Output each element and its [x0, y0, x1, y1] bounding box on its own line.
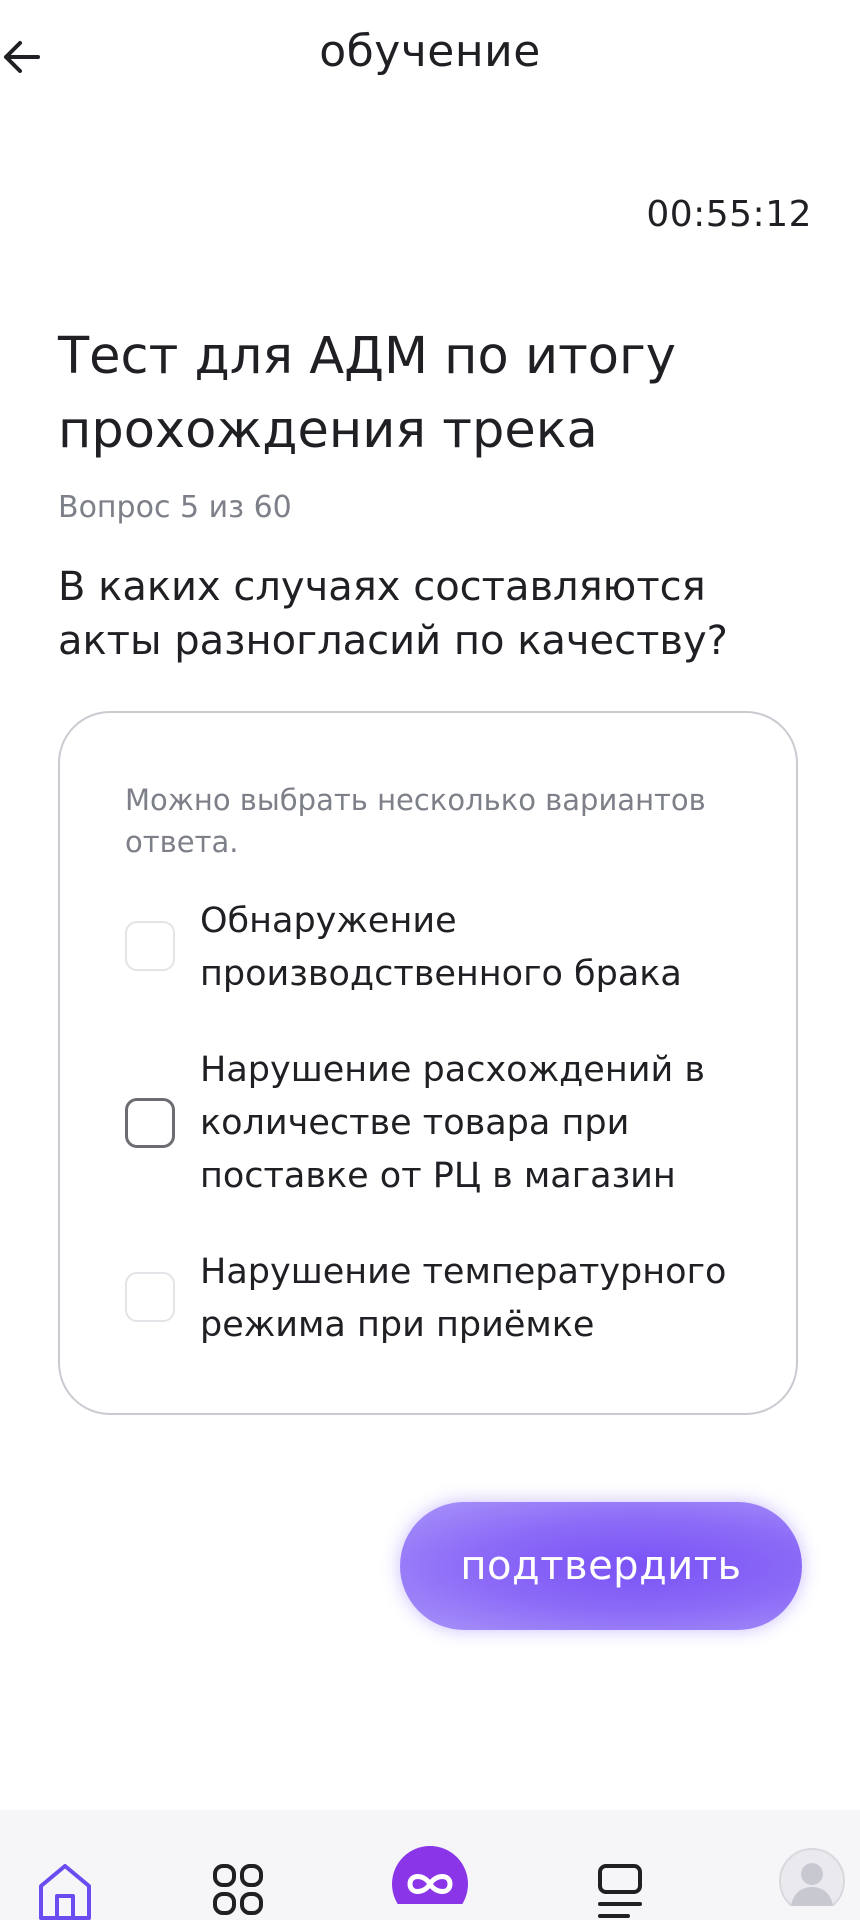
nav-item-profile[interactable]: [762, 1810, 860, 1920]
page-title: обучение: [319, 26, 541, 77]
avatar-icon: [779, 1848, 845, 1906]
header: обучение: [0, 0, 860, 112]
nav-item-main[interactable]: [380, 1810, 480, 1920]
answers-card: Можно выбрать несколько вариантов ответа…: [58, 711, 798, 1415]
answer-option-label: Нарушение расхождений в количестве товар…: [200, 1050, 705, 1196]
test-title: Тест для АДМ по итогу прохождения трека: [58, 327, 676, 460]
confirm-button[interactable]: подтвердить: [400, 1502, 802, 1630]
answer-option-label: Нарушение температурного режима при приё…: [200, 1252, 727, 1345]
checkbox-option-3[interactable]: [125, 1272, 175, 1322]
multi-select-hint: Можно выбрать несколько вариантов ответа…: [125, 783, 706, 859]
list-icon: [598, 1864, 642, 1918]
bottom-nav: [0, 1810, 860, 1920]
checkbox-option-2[interactable]: [125, 1098, 175, 1148]
question-text: В каких случаях составляются акты разног…: [58, 564, 728, 664]
question-progress: Вопрос 5 из 60: [58, 490, 292, 525]
nav-item-courses[interactable]: [570, 1810, 670, 1920]
home-icon: [39, 1864, 91, 1920]
infinity-icon: [392, 1846, 468, 1904]
nav-item-home[interactable]: [15, 1810, 115, 1920]
timer: 00:55:12: [646, 194, 812, 235]
nav-item-catalog[interactable]: [188, 1810, 288, 1920]
answer-option-1[interactable]: Обнаружение производственного брака: [125, 895, 745, 1001]
answer-option-label: Обнаружение производственного брака: [200, 901, 682, 994]
grid-icon: [213, 1864, 263, 1915]
answer-option-3[interactable]: Нарушение температурного режима при приё…: [125, 1246, 745, 1352]
checkbox-option-1[interactable]: [125, 921, 175, 971]
answer-option-2[interactable]: Нарушение расхождений в количестве товар…: [125, 1044, 745, 1203]
